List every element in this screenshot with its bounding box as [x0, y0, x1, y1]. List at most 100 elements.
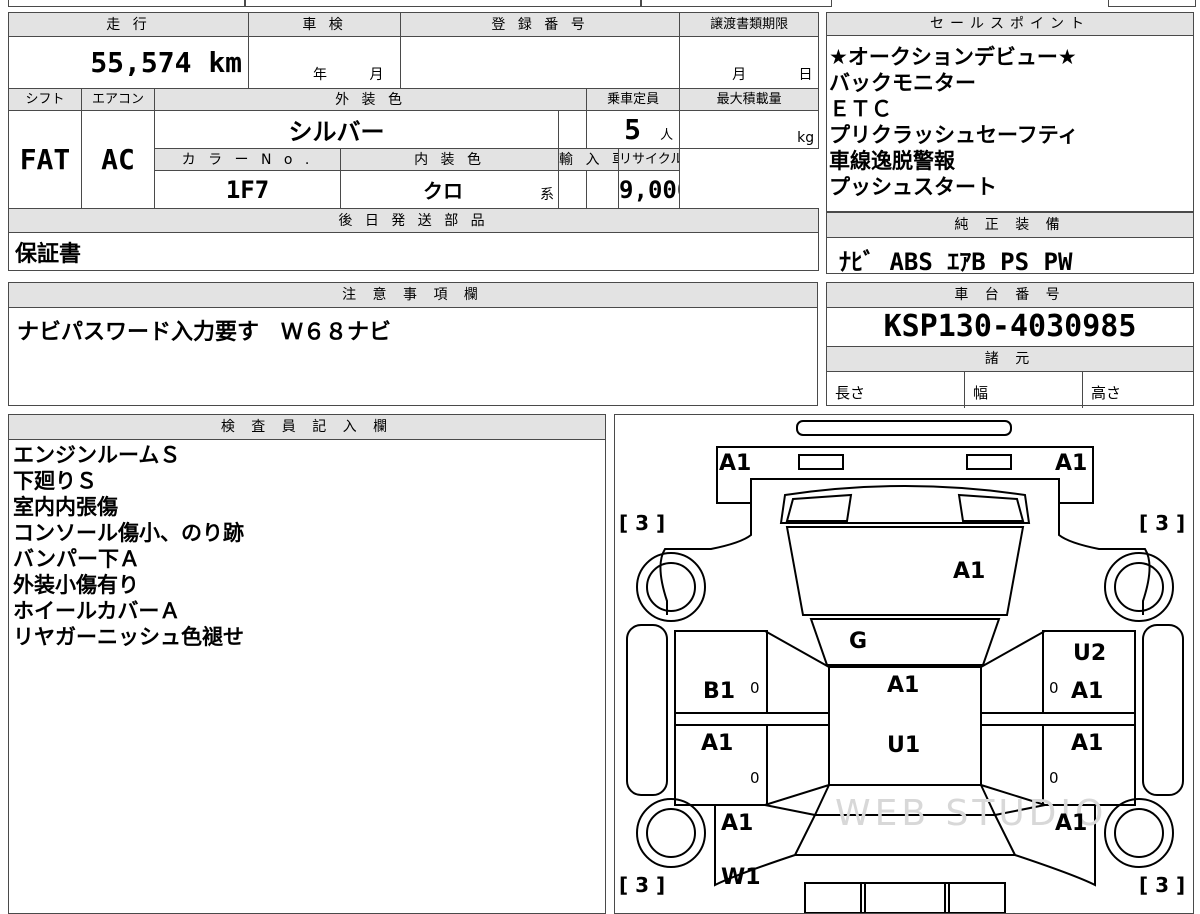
inspector-line: 外装小傷有り: [13, 573, 139, 597]
sales-point-item: ＥＴＣ: [829, 97, 892, 121]
shift-value: FAT: [19, 143, 71, 176]
small-mark: 0: [750, 769, 760, 787]
tire-mark-front-right: [ 3 ]: [1139, 511, 1186, 535]
code-hood: A1: [953, 559, 986, 584]
front-bumper-top: [796, 420, 1012, 436]
top-strip-3: [640, 0, 832, 7]
spec-length-label: 長さ: [835, 384, 866, 402]
small-mark: 0: [1049, 769, 1059, 787]
transfer-day-label: 日: [798, 67, 813, 83]
sales-point-item: ★オークションデビュー★: [829, 45, 1077, 69]
code-roof-rear: U1: [887, 733, 921, 758]
spec-length: 長さ: [827, 372, 965, 408]
registration-header: 登 録 番 号: [400, 12, 681, 37]
inspection-month-label: 月: [369, 67, 384, 83]
recycle-header: リサイクル預託金: [618, 148, 681, 171]
top-strip-1: [8, 0, 246, 7]
equipment-header: 純 正 装 備: [827, 213, 1193, 238]
interior-color-suffix: 系: [540, 187, 555, 203]
code-left-rear-door: A1: [701, 731, 734, 756]
tire-mark-rear-left: [ 3 ]: [619, 873, 666, 897]
spec-width: 幅: [965, 372, 1083, 408]
exterior-color-cell: シルバー: [153, 110, 560, 149]
inspector-line: バンパー下Ａ: [13, 547, 141, 571]
vehicle-info-table: 走 行 車 検 登 録 番 号 譲渡書類期限 55,574 km 年 月 月 日…: [7, 12, 820, 271]
rear-bumper-2: [860, 882, 950, 913]
grille: [779, 485, 1031, 524]
recycle-cell: 9,000 円: [618, 170, 681, 209]
top-strip-4: [1108, 0, 1196, 7]
chassis-box: 車 台 番 号 KSP130-4030985 諸 元 長さ 幅 高さ: [826, 282, 1194, 408]
spec-width-label: 幅: [973, 384, 989, 402]
inspector-line: コンソール傷小、のり跡: [13, 521, 244, 545]
transfer-month-label: 月: [732, 67, 747, 83]
sales-points-list: ★オークションデビュー★ バックモニター ＥＴＣ プリクラッシュセーフティ 車線…: [827, 36, 1193, 200]
import-header: 輸 入 車: [558, 148, 620, 171]
interior-color-value: クロ: [423, 179, 464, 203]
grille-right: [957, 493, 1025, 522]
registration-cell: [400, 36, 681, 89]
specs-header: 諸 元: [827, 347, 1193, 372]
inspection-header: 車 検: [248, 12, 402, 37]
right-door-split: [981, 712, 1135, 726]
ac-cell: AC: [81, 110, 155, 209]
inspector-line: ホイールカバーＡ: [13, 599, 181, 623]
later-parts-value: 保証書: [15, 241, 82, 267]
sales-points-box: セールスポイント ★オークションデビュー★ バックモニター ＥＴＣ プリクラッシ…: [826, 12, 1194, 212]
chassis-value: KSP130-4030985: [827, 308, 1193, 347]
chassis-header: 車 台 番 号: [827, 283, 1193, 308]
car-diagram: [626, 420, 1184, 913]
code-left-front-door: B1: [703, 679, 736, 704]
inspector-box: 検 査 員 記 入 欄 エンジンルームＳ 下廻りＳ 室内内張傷 コンソール傷小、…: [8, 414, 606, 914]
capacity-cell: 5 人: [586, 110, 681, 149]
notes-value: ナビパスワード入力要す Ｗ６８ナビ: [17, 320, 392, 345]
code-right-front-door-top: U2: [1073, 641, 1107, 666]
equipment-value: ﾅﾋﾞ ABS ｴｱB PS PW: [839, 248, 1073, 276]
specs-row: 長さ 幅 高さ: [827, 372, 1193, 408]
ac-value: AC: [101, 143, 135, 176]
transfer-deadline-cell: 月 日: [679, 36, 820, 89]
recycle-value: 9,000: [619, 175, 679, 204]
rear-bumper-3: [944, 882, 1006, 913]
interior-color-cell: クロ 系: [340, 170, 560, 209]
notes-box: 注 意 事 項 欄 ナビパスワード入力要す Ｗ６８ナビ: [8, 282, 818, 406]
later-parts-header: 後 日 発 送 部 品: [7, 208, 820, 233]
code-roof-front: A1: [887, 673, 920, 698]
inspector-line: リヤガーニッシュ色褪せ: [13, 625, 244, 649]
code-rear-bottom: W1: [721, 865, 761, 890]
color-no-header: カ ラ ー N o .: [153, 148, 342, 171]
ac-header: エアコン: [81, 88, 155, 111]
spec-height-label: 高さ: [1091, 384, 1122, 402]
capacity-value: 5: [624, 113, 641, 146]
rear-bumper-1: [804, 882, 866, 913]
inspector-line: エンジンルームＳ: [13, 443, 181, 467]
wheel-front-left-inner: [646, 562, 696, 612]
sales-points-header: セールスポイント: [827, 13, 1193, 36]
code-right-front-door: A1: [1071, 679, 1104, 704]
front-light-right: [966, 454, 1012, 470]
body-outline: [659, 503, 1151, 615]
tire-mark-rear-right: [ 3 ]: [1139, 873, 1186, 897]
inspector-header: 検 査 員 記 入 欄: [9, 415, 605, 440]
hood: [785, 526, 1025, 616]
wheel-rear-right-inner: [1114, 808, 1164, 858]
front-bumper: [716, 446, 1094, 504]
left-mirror: [626, 624, 668, 796]
sales-point-item: 車線逸脱警報: [829, 149, 955, 173]
mileage-cell: 55,574 km: [7, 36, 250, 89]
max-load-header: 最大積載量: [679, 88, 820, 111]
import-cell-1: [558, 170, 588, 209]
inspector-line: 室内内張傷: [13, 495, 118, 519]
max-load-cell: kg: [679, 110, 820, 149]
top-strip-2: [244, 0, 642, 7]
max-load-unit: kg: [797, 130, 815, 146]
transfer-deadline-header: 譲渡書類期限: [679, 12, 820, 37]
grille-left: [785, 493, 853, 522]
code-windshield: G: [849, 629, 868, 654]
sales-point-item: バックモニター: [829, 71, 976, 95]
code-rear-left: A1: [721, 811, 754, 836]
spec-height: 高さ: [1083, 372, 1193, 408]
code-right-rear-door: A1: [1071, 731, 1104, 756]
mileage-value: 55,574 km: [90, 46, 243, 79]
left-door-split: [675, 712, 829, 726]
